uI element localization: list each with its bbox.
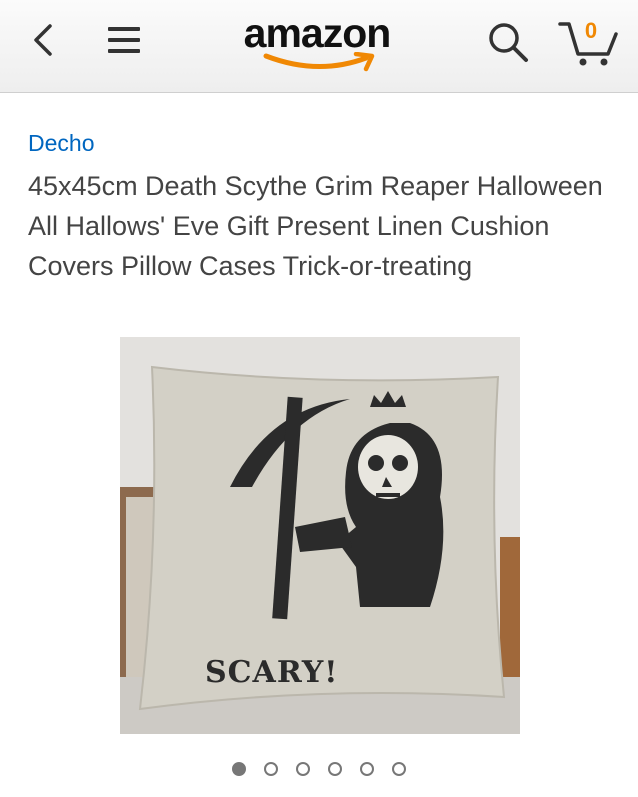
pillow-illustration: SCARY! xyxy=(120,337,520,734)
amazon-logo[interactable]: amazon xyxy=(232,8,402,78)
search-icon[interactable] xyxy=(484,18,532,66)
carousel-dot[interactable] xyxy=(264,762,278,776)
image-carousel-indicators xyxy=(0,762,638,776)
cart-button[interactable]: 0 xyxy=(556,14,622,70)
carousel-dot[interactable] xyxy=(328,762,342,776)
back-arrow-icon[interactable] xyxy=(24,20,64,60)
menu-icon[interactable] xyxy=(104,22,144,58)
logo-text: amazon xyxy=(243,10,392,56)
carousel-dot[interactable] xyxy=(392,762,406,776)
carousel-dot[interactable] xyxy=(360,762,374,776)
brand-link[interactable]: Decho xyxy=(28,130,94,157)
pillow-text: SCARY! xyxy=(205,655,338,690)
product-title: 45x45cm Death Scythe Grim Reaper Hallowe… xyxy=(28,171,603,281)
product-image[interactable]: SCARY! xyxy=(120,337,520,734)
smile-arrow-icon xyxy=(263,52,375,72)
carousel-dot[interactable] xyxy=(296,762,310,776)
top-nav-bar: amazon 0 xyxy=(0,0,638,93)
carousel-dot[interactable] xyxy=(232,762,246,776)
cart-count: 0 xyxy=(584,18,598,43)
